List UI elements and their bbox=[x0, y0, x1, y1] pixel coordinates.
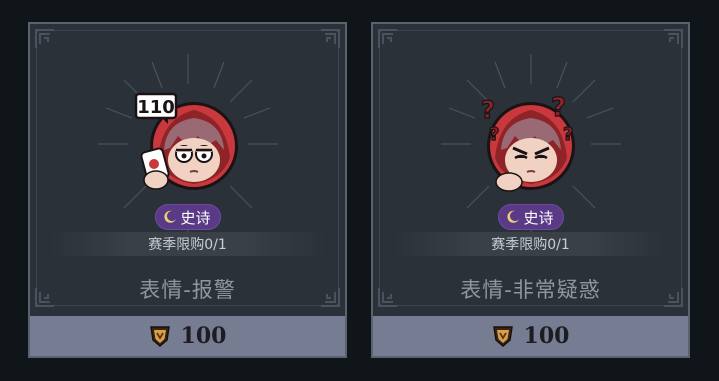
price-button[interactable]: 100 bbox=[373, 316, 688, 356]
shop-item-card-police[interactable]: 110 史诗 赛季限购0/1 表情-报警 100 bbox=[28, 22, 347, 358]
rarity-label: 史诗 bbox=[523, 208, 554, 227]
purchase-limit: 赛季限购0/1 bbox=[393, 232, 668, 256]
shop-item-card-confused[interactable]: ? ? ? ? 史诗 赛季限购0/1 表情-非常疑惑 100 bbox=[371, 22, 690, 358]
price-value: 100 bbox=[180, 323, 227, 349]
item-name: 表情-非常疑惑 bbox=[460, 278, 601, 302]
police-badge-text: 110 bbox=[137, 97, 175, 118]
price-value: 100 bbox=[523, 323, 570, 349]
corner-ornament-icon bbox=[319, 28, 341, 50]
emote-police-icon: 110 bbox=[132, 88, 244, 200]
corner-ornament-icon bbox=[377, 28, 399, 50]
moon-icon bbox=[163, 210, 176, 223]
emote-confused-icon: ? ? ? ? bbox=[475, 88, 587, 200]
purchase-limit: 赛季限购0/1 bbox=[50, 232, 325, 256]
svg-text:?: ? bbox=[481, 96, 495, 124]
corner-ornament-icon bbox=[34, 28, 56, 50]
price-button[interactable]: 100 bbox=[30, 316, 345, 356]
svg-text:?: ? bbox=[551, 93, 566, 123]
purchase-limit-text: 赛季限购0/1 bbox=[491, 237, 570, 253]
purchase-limit-text: 赛季限购0/1 bbox=[148, 237, 227, 253]
svg-text:?: ? bbox=[563, 124, 573, 145]
corner-ornament-icon bbox=[662, 28, 684, 50]
currency-shield-icon bbox=[492, 326, 513, 347]
rarity-label: 史诗 bbox=[180, 208, 211, 227]
moon-icon bbox=[506, 210, 519, 223]
rarity-badge: 史诗 bbox=[154, 204, 221, 230]
item-name: 表情-报警 bbox=[139, 278, 236, 302]
currency-shield-icon bbox=[149, 326, 170, 347]
rarity-badge: 史诗 bbox=[497, 204, 564, 230]
svg-text:?: ? bbox=[489, 124, 499, 145]
